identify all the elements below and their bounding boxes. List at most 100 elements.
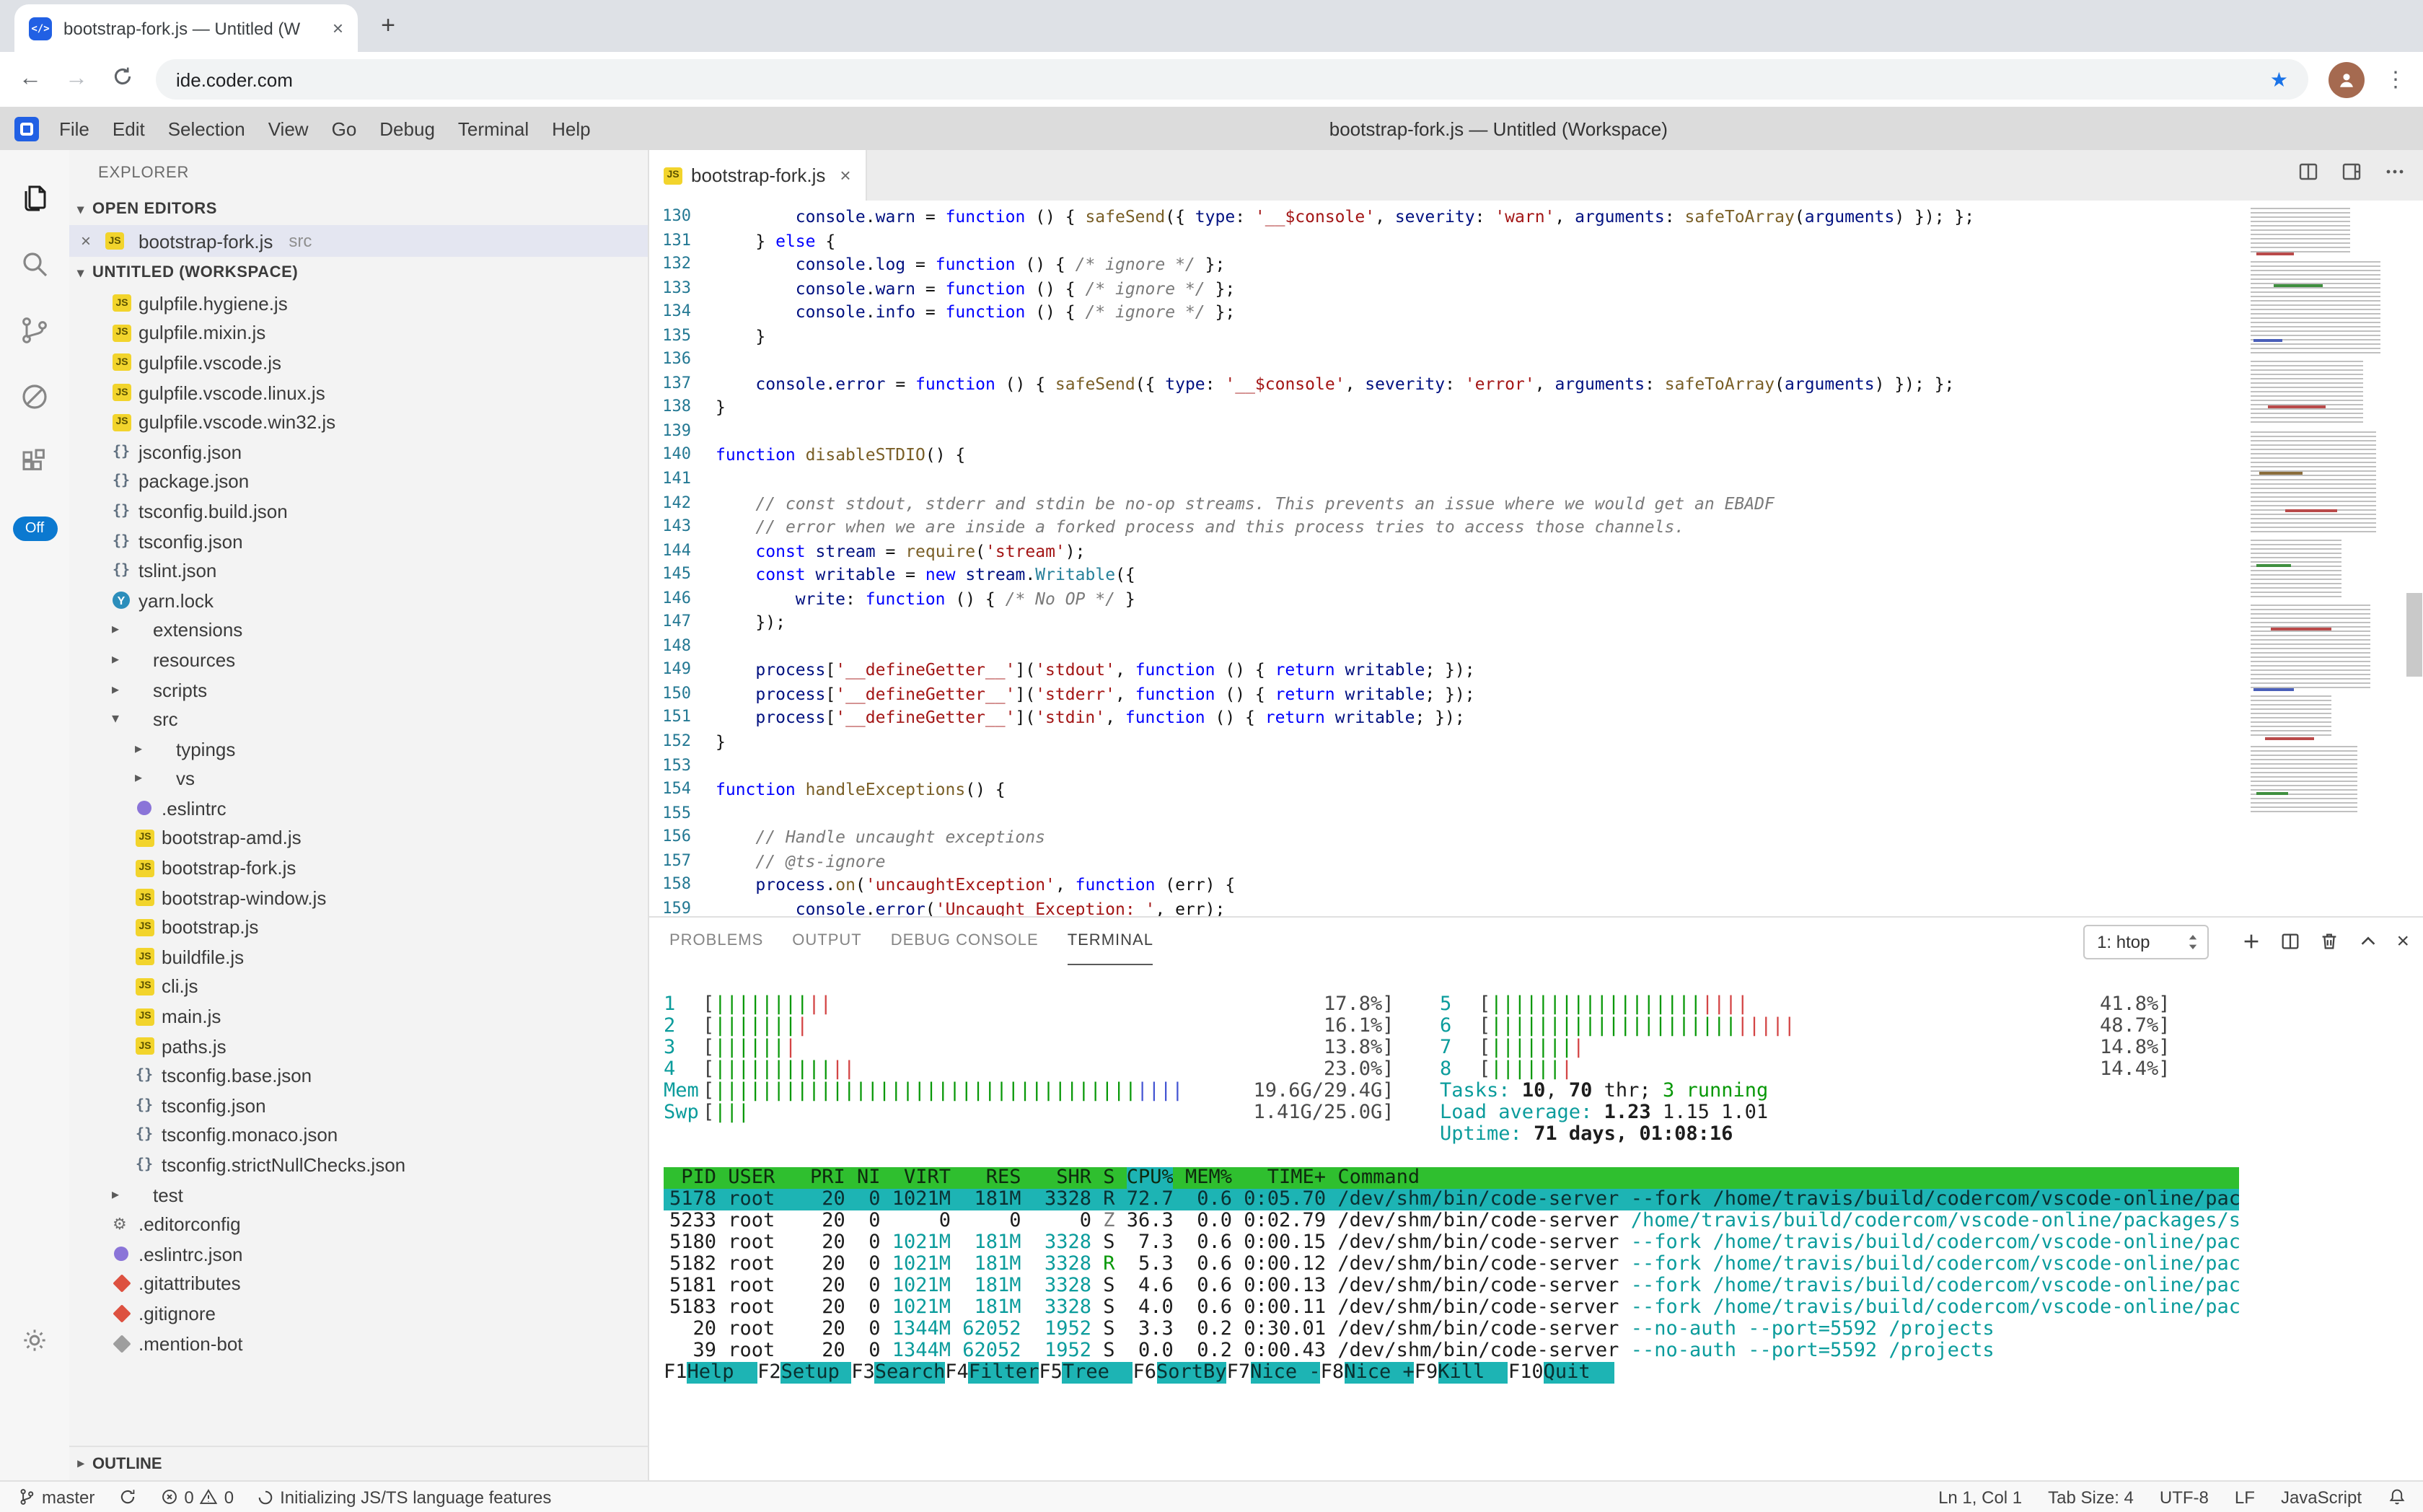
eol-sequence[interactable]: LF	[2235, 1487, 2255, 1507]
menu-item[interactable]: Debug	[368, 108, 447, 150]
tree-item[interactable]: tsconfig.monaco.json	[69, 1120, 648, 1150]
tree-item[interactable]: .eslintrc.json	[69, 1239, 648, 1269]
maximize-panel-icon[interactable]	[2357, 931, 2379, 952]
terminal[interactable]: 1[||||||||||17.8%] 5[|||||||||||||||||||…	[649, 965, 2423, 1480]
open-editor-item[interactable]: × bootstrap-fork.js src	[69, 225, 648, 257]
tree-item[interactable]: tsconfig.build.json	[69, 496, 648, 526]
menu-item[interactable]: Go	[320, 108, 369, 150]
tree-item[interactable]: gulpfile.vscode.js	[69, 348, 648, 377]
tree-item[interactable]: gulpfile.hygiene.js	[69, 289, 648, 318]
tree-item[interactable]: jsconfig.json	[69, 437, 648, 467]
tree-item[interactable]: src	[69, 705, 648, 734]
process-row[interactable]: 20root2001344M620521952S3.30.20:30.01/de…	[664, 1319, 2239, 1340]
tree-item[interactable]: .eslintrc	[69, 794, 648, 823]
indentation[interactable]: Tab Size: 4	[2048, 1487, 2134, 1507]
split-terminal-icon[interactable]	[2279, 931, 2301, 952]
tree-item[interactable]: extensions	[69, 615, 648, 645]
workspace-header[interactable]: ▾ UNTITLED (WORKSPACE)	[69, 257, 648, 289]
browser-menu-icon[interactable]: ⋮	[2385, 66, 2406, 92]
menu-item[interactable]: Terminal	[447, 108, 540, 150]
problems-indicator[interactable]: 0 0	[159, 1487, 234, 1507]
tree-item[interactable]: tsconfig.json	[69, 527, 648, 556]
sync-button[interactable]	[118, 1487, 136, 1506]
menu-item[interactable]: Selection	[157, 108, 257, 150]
panel-tab[interactable]: DEBUG CONSOLE	[891, 918, 1039, 965]
branch-indicator[interactable]: master	[17, 1487, 94, 1507]
tab-close-icon[interactable]: ×	[333, 17, 343, 39]
process-row[interactable]: 5181root2001021M181M3328S4.60.60:00.13/d…	[664, 1275, 2239, 1297]
tree-item[interactable]: tslint.json	[69, 556, 648, 586]
search-icon[interactable]	[0, 231, 69, 297]
editor-tab[interactable]: bootstrap-fork.js ×	[649, 150, 867, 201]
menu-item[interactable]: Help	[540, 108, 602, 150]
kill-terminal-icon[interactable]	[2318, 931, 2340, 952]
panel-tab[interactable]: OUTPUT	[792, 918, 861, 965]
menu-item[interactable]: File	[48, 108, 101, 150]
more-actions-icon[interactable]	[2383, 160, 2406, 190]
encoding[interactable]: UTF-8	[2160, 1487, 2209, 1507]
tree-item[interactable]: resources	[69, 645, 648, 674]
tree-item[interactable]: bootstrap-amd.js	[69, 823, 648, 853]
tree-item[interactable]: tsconfig.json	[69, 1091, 648, 1120]
menu-item[interactable]: Edit	[101, 108, 157, 150]
back-button[interactable]: ←	[17, 66, 43, 92]
tree-item[interactable]: typings	[69, 734, 648, 764]
url-bar[interactable]: ide.coder.com ★	[156, 59, 2308, 100]
code-editor[interactable]: 130 console.warn = function () { safeSen…	[649, 201, 2423, 916]
process-row[interactable]: 5183root2001021M181M3328S4.00.60:00.11/d…	[664, 1297, 2239, 1319]
process-row[interactable]: 5180root2001021M181M3328S7.30.60:00.15/d…	[664, 1232, 2239, 1254]
tree-item[interactable]: gulpfile.vscode.win32.js	[69, 408, 648, 437]
editor-layout-icon[interactable]	[2340, 160, 2363, 190]
tree-item[interactable]: gulpfile.vscode.linux.js	[69, 378, 648, 408]
process-table-header[interactable]: PIDUSERPRINIVIRTRESSHRSCPU%MEM%TIME+Comm…	[664, 1167, 2239, 1189]
close-icon[interactable]: ×	[81, 231, 98, 251]
browser-tab[interactable]: </> bootstrap-fork.js — Untitled (W ×	[14, 4, 358, 52]
close-panel-icon[interactable]: ×	[2396, 929, 2409, 954]
extensions-icon[interactable]	[0, 430, 69, 496]
tree-item[interactable]: vs	[69, 764, 648, 794]
tree-item[interactable]: tsconfig.base.json	[69, 1061, 648, 1091]
minimap[interactable]	[2242, 201, 2404, 916]
circle-slash-icon[interactable]	[0, 364, 69, 430]
tree-item[interactable]: package.json	[69, 467, 648, 496]
new-tab-button[interactable]: +	[369, 7, 407, 45]
language-status[interactable]: Initializing JS/TS language features	[257, 1487, 551, 1507]
language-mode[interactable]: JavaScript	[2281, 1487, 2362, 1507]
tree-item[interactable]: .gitignore	[69, 1298, 648, 1328]
split-editor-icon[interactable]	[2297, 160, 2320, 190]
tree-item[interactable]: bootstrap.js	[69, 913, 648, 942]
process-row[interactable]: 5233root200000Z36.30.00:02.79/dev/shm/bi…	[664, 1210, 2239, 1232]
forward-button[interactable]: →	[63, 66, 89, 92]
bookmark-icon[interactable]: ★	[2270, 67, 2288, 92]
tree-item[interactable]: main.js	[69, 1002, 648, 1032]
open-editors-header[interactable]: ▾ OPEN EDITORS	[69, 193, 648, 225]
process-row[interactable]: 39root2001344M620521952S0.00.20:00.43/de…	[664, 1340, 2239, 1362]
tree-item[interactable]: tsconfig.strictNullChecks.json	[69, 1150, 648, 1179]
source-control-icon[interactable]	[0, 297, 69, 364]
tree-item[interactable]: .mention-bot	[69, 1329, 648, 1358]
editor-scrollbar[interactable]	[2406, 593, 2422, 677]
panel-tab[interactable]: TERMINAL	[1068, 918, 1153, 965]
reload-button[interactable]	[110, 64, 136, 94]
tab-close-icon[interactable]: ×	[840, 164, 850, 186]
outline-header[interactable]: ▸ OUTLINE	[69, 1446, 648, 1480]
tree-item[interactable]: cli.js	[69, 972, 648, 1001]
tree-item[interactable]: scripts	[69, 674, 648, 704]
explorer-icon[interactable]	[0, 164, 69, 231]
notifications-bell[interactable]	[2388, 1487, 2406, 1506]
tree-item[interactable]: yarn.lock	[69, 586, 648, 615]
new-terminal-icon[interactable]	[2240, 931, 2262, 952]
process-row[interactable]: 5182root2001021M181M3328R5.30.60:00.12/d…	[664, 1254, 2239, 1275]
tree-item[interactable]: buildfile.js	[69, 942, 648, 972]
terminal-picker[interactable]: 1: htop	[2083, 924, 2209, 959]
avatar[interactable]	[2329, 61, 2365, 97]
htop-function-keys[interactable]: F1Help F2Setup F3SearchF4FilterF5Tree F6…	[664, 1362, 2423, 1384]
tree-item[interactable]: .editorconfig	[69, 1210, 648, 1239]
tree-item[interactable]: gulpfile.mixin.js	[69, 318, 648, 348]
cursor-position[interactable]: Ln 1, Col 1	[1938, 1487, 2022, 1507]
process-row[interactable]: 5178root2001021M181M3328R72.70.60:05.70/…	[664, 1189, 2239, 1210]
tree-item[interactable]: test	[69, 1180, 648, 1210]
panel-tab[interactable]: PROBLEMS	[669, 918, 763, 965]
tree-item[interactable]: .gitattributes	[69, 1269, 648, 1298]
tree-item[interactable]: bootstrap-window.js	[69, 883, 648, 913]
